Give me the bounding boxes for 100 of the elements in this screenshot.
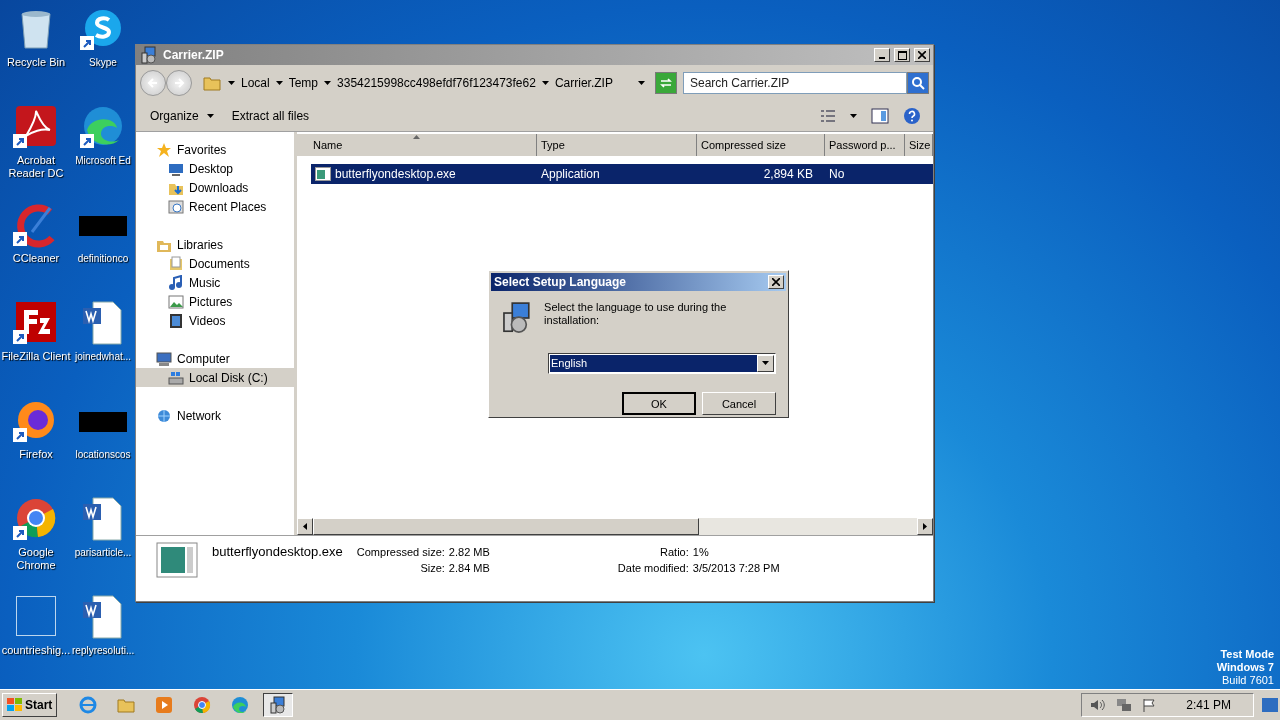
forward-button[interactable] [166,70,192,96]
search-button[interactable] [907,72,929,94]
network-icon[interactable] [1116,698,1133,712]
file-name: butterflyondesktop.exe [212,544,343,559]
view-list-icon[interactable] [820,109,836,123]
desktop-icon-label[interactable]: Microsoft Ed [75,154,131,167]
toolbar-button[interactable]: Organize [148,107,216,125]
desktop-icon-label[interactable]: Acrobat Reader DC [0,154,72,180]
table-cell-text: 2,894 KB [762,167,814,181]
windows-logo-icon [7,698,23,712]
scroll-right-button[interactable] [917,518,933,535]
breadcrumb-item[interactable]: Temp [288,76,319,90]
detail-label: Size: [419,562,445,574]
maximize-button[interactable] [894,48,910,62]
horizontal-scrollbar[interactable] [297,518,933,535]
triangle-left-icon [303,523,307,530]
browser-icon [192,695,213,715]
desktop-icon-label[interactable]: parisarticle... [74,546,132,559]
close-button[interactable] [768,275,784,289]
nav-item[interactable]: Downloads [136,178,294,197]
nav-item[interactable]: Recent Places [136,197,294,216]
nav-item[interactable]: Documents [136,254,294,273]
detail-label: Ratio: [659,546,689,558]
desktop-icon-label[interactable]: definitionco [77,252,129,265]
maximize-icon [897,50,907,60]
start-button[interactable]: Start [2,693,58,717]
column-header[interactable]: Type [537,134,697,156]
clock[interactable]: 2:41 PM [1166,698,1245,712]
nav-item[interactable]: Libraries [136,235,294,254]
file-name-cell: butterflyondesktop.exe [311,167,537,181]
film-icon [168,312,184,329]
application-icon [315,167,331,181]
desktop-icon-label[interactable]: Google Chrome [0,546,72,572]
application-icon [156,542,198,578]
table-cell-text: Application [540,167,601,181]
column-header[interactable]: Password p... [825,134,905,156]
nav-item[interactable]: Music [136,273,294,292]
search-field[interactable]: Search Carrier.ZIP [683,72,907,94]
desktop-icon-label[interactable]: locationscos [75,448,131,461]
detail-label: Date modified: [617,562,689,574]
column-header[interactable]: Compressed size [697,134,825,156]
minimize-button[interactable] [874,48,890,62]
refresh-icon [659,77,673,89]
arrow-left-icon [147,77,159,89]
triangle-right-icon [923,523,927,530]
desktop-icon-label[interactable]: Skype [89,56,117,69]
nav-item[interactable]: Desktop [136,159,294,178]
star-icon [156,141,172,158]
play-icon [154,695,175,715]
caret-icon [324,81,332,85]
caret-icon [638,81,645,85]
caret-icon [762,361,769,366]
language-dropdown[interactable]: English [548,352,776,374]
drive-icon [168,369,184,386]
desktop-icon-label[interactable]: Firefox [19,448,53,461]
os-notice-text: Windows 7 [1216,661,1274,674]
desktop-icon-label[interactable]: replyresoluti... [72,644,134,657]
close-icon [918,51,926,59]
os-notice-text: Test Mode [1220,648,1274,661]
caret-icon [228,81,235,85]
nav-item[interactable]: Pictures [136,292,294,311]
desktop-icon-label[interactable]: Recycle Bin [6,56,66,69]
nav-item[interactable]: Favorites [136,140,294,159]
back-button[interactable] [140,70,166,96]
caret-icon [850,114,857,118]
column-header[interactable]: Size [905,134,933,156]
os-notice-text: Build 7601 [1222,674,1274,687]
speaker-icon[interactable] [1090,698,1107,712]
breadcrumb-item[interactable]: Carrier.ZIP [554,76,613,90]
desktop-icon-label[interactable]: CCleaner [12,252,60,265]
dialog-message: Select the language to use during the installation: [544,300,728,328]
detail-value: 1% [692,546,710,558]
dialog-button[interactable]: Cancel [702,392,776,415]
breadcrumb-item[interactable]: Local [241,76,270,90]
dialog-title: Select Setup Language [494,275,628,289]
browser-icon [78,695,99,715]
desktop-icon-label[interactable]: joinedwhat... [74,350,132,363]
dialog-button[interactable]: OK [622,392,696,415]
nav-item[interactable]: Computer [136,349,294,368]
flag-icon[interactable] [1142,698,1157,712]
globe-icon [156,407,172,424]
nav-item[interactable]: Local Disk (C:) [136,368,294,387]
help-icon[interactable] [903,107,921,125]
nav-item[interactable]: Videos [136,311,294,330]
nav-item[interactable]: Network [136,406,294,425]
preview-pane-icon[interactable] [871,108,889,124]
file-row[interactable]: butterflyondesktop.exe Application 2,894 KB No [311,164,933,184]
column-header[interactable]: Name [297,134,537,156]
desktop-icon-label[interactable]: countrieshig... [1,644,71,657]
window-title: Carrier.ZIP [163,48,225,62]
taskbar-app-button[interactable] [263,693,294,717]
caret-icon [275,81,283,85]
close-button[interactable] [914,48,930,62]
toolbar-button[interactable]: Extract all files [229,107,312,125]
browser-icon [230,695,251,715]
scroll-left-button[interactable] [297,518,313,535]
breadcrumb-item[interactable]: 3354215998cc498efdf76f123473fe62 [337,76,536,90]
detail-label: Compressed size: [356,546,445,558]
refresh-button[interactable] [655,72,677,94]
desktop-icon-label[interactable]: FileZilla Client [1,350,71,363]
